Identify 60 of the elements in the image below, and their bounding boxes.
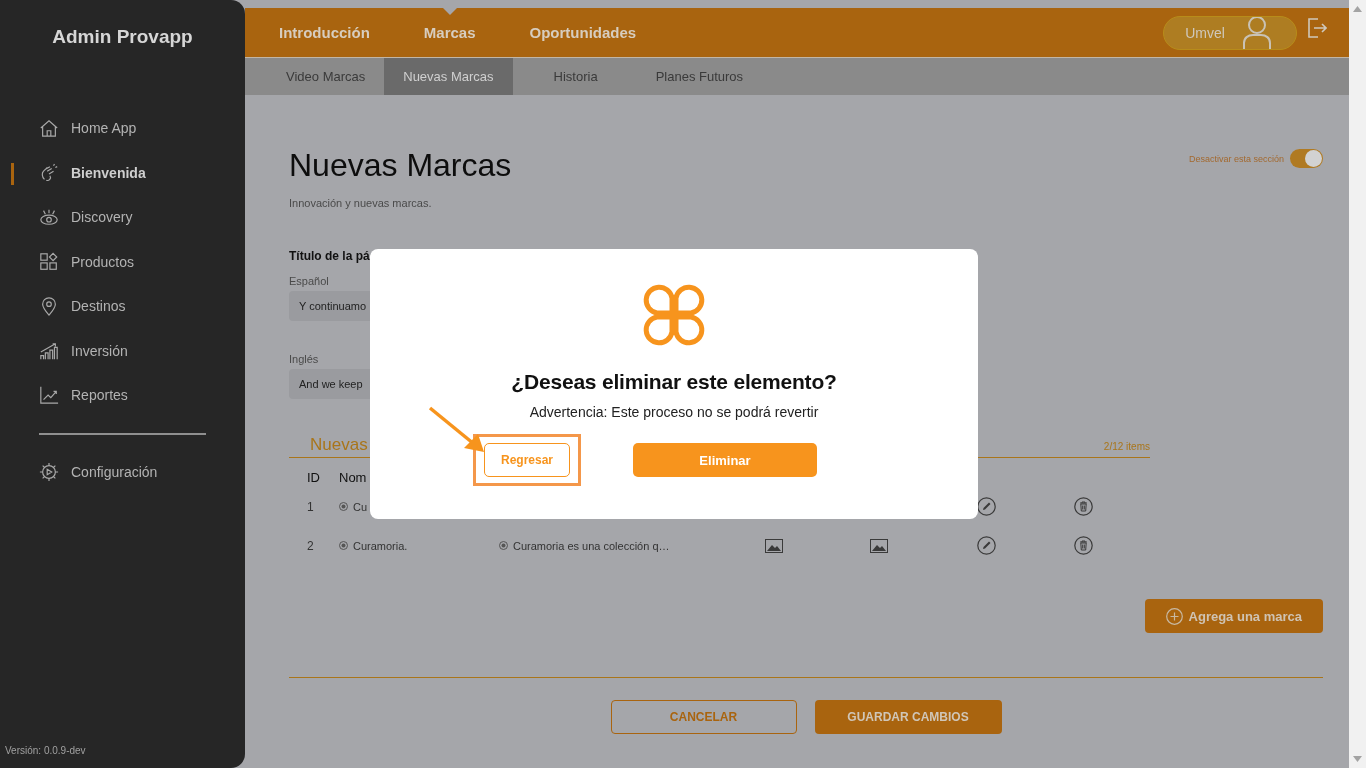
table-cell-text: 1 (307, 499, 315, 514)
field-label: Inglés (289, 353, 319, 365)
table-cell: Curamoria es una colección q… (513, 539, 670, 552)
add-brand-button[interactable]: Agrega una marca (1144, 599, 1323, 633)
trash-icon[interactable] (1074, 497, 1093, 516)
logout-icon[interactable] (1307, 16, 1327, 39)
sidebar-item[interactable]: Inversión (0, 328, 245, 373)
sub-tab[interactable]: Historia (534, 58, 617, 95)
item-count: 2/12 items (1103, 441, 1150, 452)
eye-icon (39, 207, 59, 228)
app-title: Admin Provapp (51, 25, 194, 49)
shapes-icon (39, 251, 59, 272)
section-label: Título de la pá (289, 249, 370, 263)
sidebar-item[interactable]: Configuración (0, 449, 245, 494)
image-icon[interactable] (870, 538, 888, 553)
clover-logo-icon (641, 282, 707, 348)
sidebar-item[interactable]: Destinos (0, 284, 245, 329)
list-title: Nuevas (310, 435, 368, 455)
pin-icon (39, 296, 59, 317)
nav-tab[interactable]: Oportunidades (529, 8, 637, 57)
radio-icon (339, 502, 348, 511)
nav-tab[interactable]: Marcas (423, 8, 476, 57)
trash-icon[interactable] (1074, 536, 1093, 555)
back-button[interactable]: Regresar (484, 443, 570, 477)
version-label: Versión: 0.0.9-dev (4, 745, 87, 758)
sidebar-item[interactable]: Productos (0, 239, 245, 284)
sidebar-item[interactable]: Reportes (0, 373, 245, 418)
table-cell: Cu (353, 500, 368, 513)
chart-icon (39, 385, 59, 406)
sidebar-item[interactable]: Discovery (0, 195, 245, 240)
sub-tab[interactable]: Planes Futuros (636, 58, 763, 95)
sidebar-item[interactable]: Bienvenida (0, 150, 245, 195)
table-cell-text: 2 (307, 538, 315, 553)
cancel-button[interactable]: CANCELAR (610, 700, 797, 734)
delete-button[interactable]: Eliminar (633, 443, 817, 477)
table-cell: Curamoria. (353, 539, 408, 552)
user-button[interactable]: Umvel (1163, 15, 1297, 50)
page-subtitle: Innovación y nuevas marcas. (289, 197, 433, 209)
page-title: Nuevas Marcas (289, 147, 512, 184)
plus-icon (1165, 607, 1183, 625)
sidebar-item[interactable]: Home App (0, 106, 245, 151)
sub-tab[interactable]: Nuevas Marcas (384, 58, 513, 95)
edit-icon[interactable] (977, 536, 996, 555)
toggle-label: Desactivar esta sección (1188, 153, 1284, 164)
image-icon[interactable] (765, 538, 783, 553)
nav-tab[interactable]: Introducción (279, 8, 370, 57)
edit-icon[interactable] (977, 497, 996, 516)
gear-icon (39, 461, 59, 482)
sub-tab[interactable]: Video Marcas (267, 58, 385, 95)
radio-icon (499, 541, 508, 550)
dialog-message: Advertencia: Este proceso no se podrá revertir (529, 404, 819, 420)
dialog-title: ¿Deseas eliminar este elemento? (511, 370, 837, 394)
home-icon (39, 118, 59, 139)
save-button[interactable]: GUARDAR CAMBIOS (814, 700, 1002, 734)
field-label: Español (289, 275, 329, 287)
radio-icon (339, 541, 348, 550)
section-toggle[interactable] (1290, 149, 1323, 168)
column-header: Nom (339, 469, 368, 485)
bars-icon (39, 340, 59, 361)
column-header: ID (307, 469, 321, 485)
